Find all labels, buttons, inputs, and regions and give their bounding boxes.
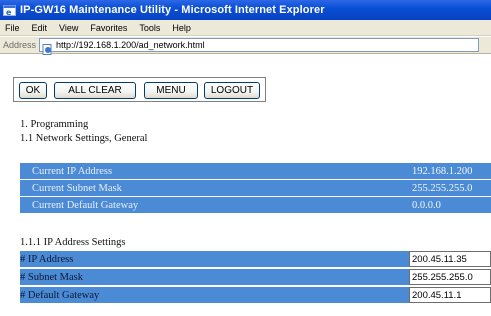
all-clear-button[interactable]: ALL CLEAR [54, 82, 136, 99]
ip-address-label: # IP Address [20, 251, 407, 269]
current-gateway-value: 0.0.0.0 [409, 197, 491, 214]
page-content: OK ALL CLEAR MENU LOGOUT 1. Programming … [0, 55, 491, 316]
heading-ip-settings: 1.1.1 IP Address Settings [20, 237, 126, 248]
ip-address-input[interactable]: 200.45.11.35 [409, 251, 491, 267]
address-label: Address [3, 40, 37, 50]
subnet-mask-cell: 255.255.255.0 [407, 269, 491, 287]
table-row: Current Subnet Mask 255.255.255.0 [20, 180, 491, 197]
internet-explorer-icon: e [3, 4, 16, 17]
address-url: http://192.168.1.200/ad_network.html [56, 40, 205, 50]
subnet-mask-label: # Subnet Mask [20, 269, 407, 287]
table-row: # Default Gateway 200.45.11.1 [20, 287, 491, 305]
menu-favorites[interactable]: Favorites [90, 23, 127, 33]
heading-programming: 1. Programming [20, 119, 89, 130]
address-bar: Address http://192.168.1.200/ad_network.… [0, 37, 491, 55]
current-ip-label: Current IP Address [20, 163, 409, 180]
window-title: IP-GW16 Maintenance Utility - Microsoft … [20, 4, 325, 16]
window-titlebar: e IP-GW16 Maintenance Utility - Microsof… [0, 0, 491, 20]
ok-button[interactable]: OK [19, 82, 47, 99]
default-gateway-label: # Default Gateway [20, 287, 407, 305]
menu-help[interactable]: Help [172, 23, 191, 33]
page-icon [42, 40, 53, 55]
menu-bar: File Edit View Favorites Tools Help [0, 20, 491, 36]
menu-button[interactable]: MENU [144, 82, 198, 99]
current-ip-value: 192.168.1.200 [409, 163, 491, 180]
menu-view[interactable]: View [59, 23, 78, 33]
svg-text:e: e [6, 8, 12, 17]
menu-edit[interactable]: Edit [32, 23, 48, 33]
menu-file[interactable]: File [5, 23, 20, 33]
ip-settings-table: # IP Address 200.45.11.35 # Subnet Mask … [20, 251, 491, 305]
current-subnet-value: 255.255.255.0 [409, 180, 491, 197]
table-row: Current Default Gateway 0.0.0.0 [20, 197, 491, 214]
table-row: # Subnet Mask 255.255.255.0 [20, 269, 491, 287]
action-button-frame: OK ALL CLEAR MENU LOGOUT [13, 77, 266, 102]
table-row: # IP Address 200.45.11.35 [20, 251, 491, 269]
table-row: Current IP Address 192.168.1.200 [20, 163, 491, 180]
current-settings-table: Current IP Address 192.168.1.200 Current… [20, 163, 491, 214]
address-input[interactable]: http://192.168.1.200/ad_network.html [39, 38, 480, 55]
current-subnet-label: Current Subnet Mask [20, 180, 409, 197]
default-gateway-input[interactable]: 200.45.11.1 [409, 287, 491, 303]
subnet-mask-input[interactable]: 255.255.255.0 [409, 269, 491, 285]
ip-address-cell: 200.45.11.35 [407, 251, 491, 269]
default-gateway-cell: 200.45.11.1 [407, 287, 491, 305]
heading-network-general: 1.1 Network Settings, General [20, 133, 148, 144]
menu-tools[interactable]: Tools [139, 23, 160, 33]
current-gateway-label: Current Default Gateway [20, 197, 409, 214]
logout-button[interactable]: LOGOUT [204, 82, 260, 99]
